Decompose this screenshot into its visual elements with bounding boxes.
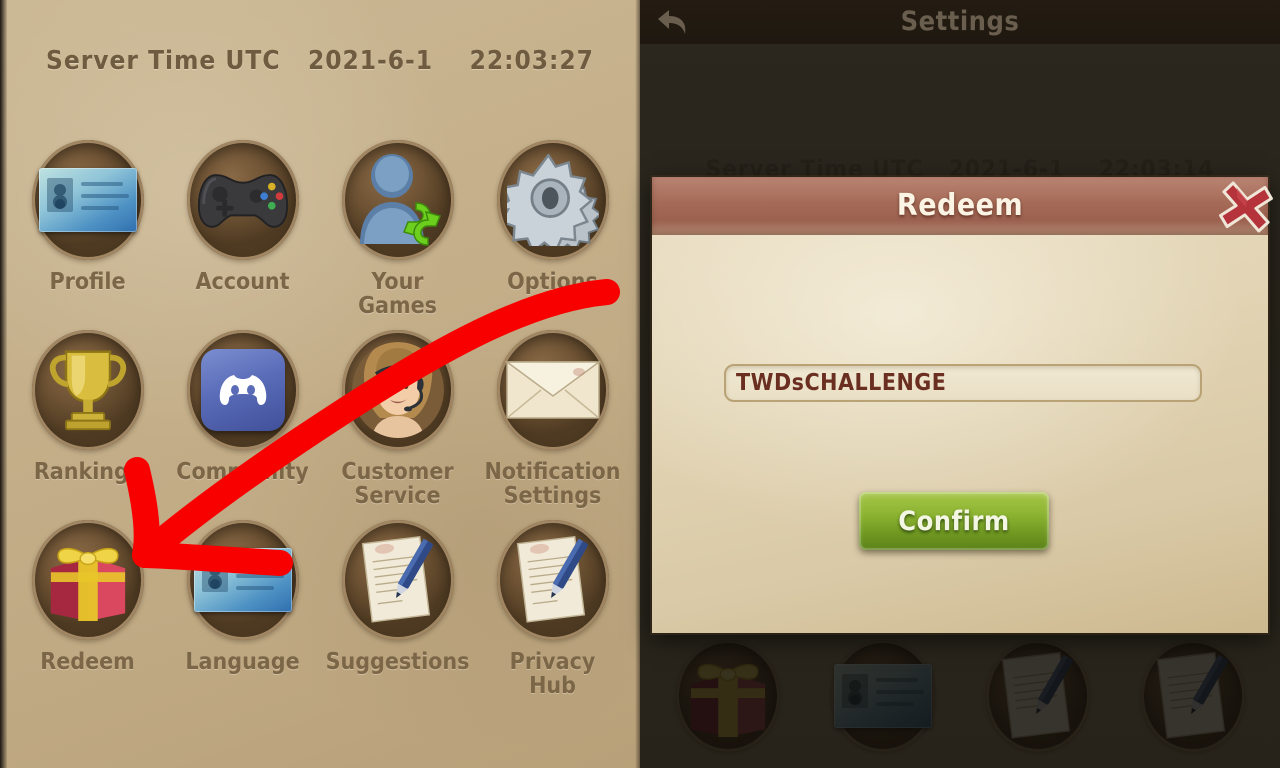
avatar-sync-icon <box>359 154 441 246</box>
envelope-icon <box>504 361 601 419</box>
redeem-dialog: Redeem TWDsCHALLENGE Confirm <box>652 177 1273 633</box>
grid-item-redeem-dimmed[interactable] <box>650 640 805 752</box>
redeem-badge-dimmed <box>675 640 780 752</box>
grid-item-suggestions[interactable]: Suggestions <box>320 520 475 710</box>
server-time-left: Server Time UTC 2021-6-1 22:03:27 <box>46 46 594 76</box>
support-agent-icon <box>351 342 444 438</box>
grid-item-options[interactable]: Options <box>475 140 630 330</box>
privacy-hub-badge-dimmed <box>1140 640 1245 752</box>
close-x-icon[interactable] <box>1216 179 1276 235</box>
settings-panel-left: Server Time UTC 2021-6-1 22:03:27 Profil <box>0 0 640 768</box>
grid-item-language-dimmed[interactable] <box>805 640 960 752</box>
id-card-icon <box>833 664 932 728</box>
redeem-dialog-title: Redeem <box>896 188 1024 223</box>
note-pen-icon <box>361 535 433 623</box>
redeem-code-input[interactable]: TWDsCHALLENGE <box>724 364 1202 402</box>
gift-icon <box>50 547 125 621</box>
language-badge <box>186 520 299 640</box>
grid-item-account[interactable]: Account <box>165 140 320 330</box>
grid-item-redeem[interactable]: Redeem <box>10 520 165 710</box>
account-badge <box>186 140 299 260</box>
grid-item-rankings[interactable]: Rankings <box>10 330 165 520</box>
grid-label-account: Account <box>195 269 290 295</box>
grid-label-rankings: Rankings <box>33 459 142 485</box>
grid-label-customer-service: Customer Service <box>341 459 454 510</box>
confirm-button[interactable]: Confirm <box>859 492 1049 550</box>
right-panel-titlebar: Settings <box>640 0 1280 44</box>
note-pen-icon <box>1156 651 1228 739</box>
redeem-dialog-header: Redeem <box>652 177 1268 235</box>
grid-item-your-games[interactable]: Your Games <box>320 140 475 330</box>
note-pen-icon <box>516 535 588 623</box>
community-badge <box>186 330 299 450</box>
grid-item-privacy-hub[interactable]: Privacy Hub <box>475 520 630 710</box>
grid-label-suggestions: Suggestions <box>325 649 470 675</box>
language-badge-dimmed <box>830 640 935 752</box>
right-panel-title: Settings <box>900 6 1020 37</box>
screenshot-root: Server Time UTC 2021-6-1 22:03:27 Profil <box>0 0 1280 768</box>
trophy-icon <box>49 350 126 431</box>
gift-icon <box>690 663 765 737</box>
grid-item-notification-settings[interactable]: Notification Settings <box>475 330 630 520</box>
id-card-icon <box>193 548 292 612</box>
your-games-badge <box>341 140 454 260</box>
grid-label-language: Language <box>185 649 300 675</box>
settings-bottom-row <box>650 640 1270 752</box>
gamepad-icon <box>197 174 288 228</box>
grid-label-notification-settings: Notification Settings <box>484 459 621 510</box>
grid-item-suggestions-dimmed[interactable] <box>960 640 1115 752</box>
grid-item-customer-service[interactable]: Customer Service <box>320 330 475 520</box>
grid-label-redeem: Redeem <box>40 649 135 675</box>
grid-item-privacy-hub-dimmed[interactable] <box>1115 640 1270 752</box>
settings-icon-grid: Profile Account Your Games Options Ranki… <box>10 140 630 710</box>
confirm-button-label: Confirm <box>898 505 1010 537</box>
grid-label-community: Community <box>176 459 309 485</box>
rankings-badge <box>31 330 144 450</box>
grid-item-language[interactable]: Language <box>165 520 320 710</box>
gear-icon <box>506 154 599 246</box>
notification-settings-badge <box>496 330 609 450</box>
grid-item-profile[interactable]: Profile <box>10 140 165 330</box>
grid-label-options: Options <box>507 269 598 295</box>
privacy-hub-badge <box>496 520 609 640</box>
suggestions-badge-dimmed <box>985 640 1090 752</box>
discord-icon <box>200 349 285 431</box>
grid-label-profile: Profile <box>49 269 126 295</box>
redeem-code-value: TWDsCHALLENGE <box>736 370 947 396</box>
profile-badge <box>31 140 144 260</box>
id-card-icon <box>38 168 137 232</box>
suggestions-badge <box>341 520 454 640</box>
customer-service-badge <box>341 330 454 450</box>
options-badge <box>496 140 609 260</box>
grid-label-privacy-hub: Privacy Hub <box>509 649 596 700</box>
redeem-badge <box>31 520 144 640</box>
grid-label-your-games: Your Games <box>358 269 437 320</box>
grid-item-community[interactable]: Community <box>165 330 320 520</box>
note-pen-icon <box>1001 651 1073 739</box>
